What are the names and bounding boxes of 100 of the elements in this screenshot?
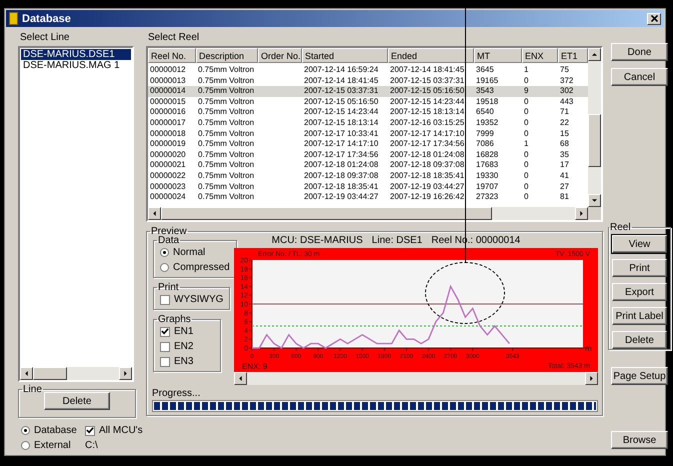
checkbox[interactable]	[160, 294, 170, 304]
radio-label: Normal	[173, 247, 206, 258]
close-button[interactable]	[647, 12, 661, 24]
scroll-right-button[interactable]	[575, 207, 588, 220]
table-row[interactable]: 00000015 0.75mm Voltron 2007-12-15 05:16:50 2007-12-15 14:23:44 19518 0 443	[148, 96, 588, 108]
scroll-left-button[interactable]	[20, 367, 33, 380]
table-cell-text: 0.75mm Voltron	[197, 128, 256, 140]
table-cell-text: 6540	[475, 107, 495, 118]
list-item[interactable]: DSE-MARIUS.MAG 1	[21, 60, 131, 71]
window-title: Database	[22, 12, 72, 24]
radio-button[interactable]	[21, 426, 30, 435]
table-row[interactable]: 00000013 0.75mm Voltron 2007-12-14 18:41:45 2007-12-15 03:37:31 19165 0 372	[148, 76, 588, 86]
column-header[interactable]: Order No.	[258, 48, 302, 63]
table-row[interactable]: 00000023 0.75mm Voltron 2007-12-18 18:35:41 2007-12-19 03:44:27 19707 0 27	[148, 182, 588, 192]
checkbox[interactable]	[160, 326, 170, 336]
path-label: C:\	[85, 440, 99, 451]
triangle-right-icon	[589, 376, 594, 381]
table-cell-text: 68	[559, 139, 570, 150]
table-row[interactable]: 00000014 0.75mm Voltron 2007-12-15 03:37:31 2007-12-15 05:16:50 3543 9 302	[148, 86, 588, 97]
scroll-up-button[interactable]	[588, 48, 601, 61]
scroll-left-button[interactable]	[148, 207, 161, 220]
table-row[interactable]: 00000018 0.75mm Voltron 2007-12-17 10:33:41 2007-12-17 14:17:10 7999 0 15	[148, 128, 588, 140]
button[interactable]: Print Label	[612, 307, 667, 325]
table-row[interactable]: 00000021 0.75mm Voltron 2007-12-18 01:24:08 2007-12-18 09:37:08 17683 0 17	[148, 160, 588, 171]
column-header[interactable]: Reel No.	[148, 48, 196, 63]
table-cell-text: 2007-12-19 03:44:27	[389, 182, 466, 192]
scrollbar-thumb[interactable]	[161, 207, 492, 220]
table-cell-text: 302	[559, 86, 574, 97]
scroll-left-button[interactable]	[234, 372, 247, 385]
table-row[interactable]: 00000012 0.75mm Voltron 2007-12-14 16:59:24 2007-12-14 18:41:45 3645 1 75	[148, 65, 588, 76]
table-cell-text: 2007-12-16 03:15:25	[389, 118, 466, 129]
table-cell-text: 81	[559, 192, 570, 203]
table-cell-text: 17	[559, 160, 570, 171]
table-cell-text: 41	[559, 170, 570, 182]
table-row[interactable]: 00000024 0.75mm Voltron 2007-12-19 03:44:27 2007-12-19 16:26:42 27323 0 81	[148, 192, 588, 203]
table-cell-text: 0.75mm Voltron	[197, 118, 256, 129]
table-cell-text: 0	[523, 76, 530, 86]
table-cell-text: 00000022	[149, 170, 187, 182]
checkbox[interactable]	[85, 426, 95, 436]
checkbox-label: EN2	[174, 341, 194, 352]
table-row[interactable]: 00000017 0.75mm Voltron 2007-12-15 18:13:14 2007-12-16 03:15:25 19352 0 22	[148, 118, 588, 129]
table-cell-text: 17683	[475, 160, 500, 171]
button[interactable]: Done	[611, 43, 668, 61]
table-row[interactable]: 00000016 0.75mm Voltron 2007-12-15 14:23:44 2007-12-15 18:13:14 6540 0 71	[148, 107, 588, 118]
table-cell-text: 27	[559, 182, 570, 192]
table-cell-text: 2007-12-15 05:16:50	[303, 96, 380, 108]
table-cell-text: 0.75mm Voltron	[197, 192, 256, 203]
button[interactable]: Print	[612, 259, 667, 277]
table-cell-text: 2007-12-18 09:37:08	[389, 160, 466, 171]
column-header[interactable]: ENX	[522, 48, 558, 63]
delete-button[interactable]: Delete	[44, 392, 110, 410]
scrollbar[interactable]	[20, 367, 132, 380]
table-row[interactable]: 00000020 0.75mm Voltron 2007-12-17 17:34:56 2007-12-18 01:24:08 16828 0 35	[148, 150, 588, 160]
column-header[interactable]: MT	[474, 48, 522, 63]
column-header[interactable]: Started	[302, 48, 388, 63]
scroll-down-button[interactable]	[588, 194, 601, 207]
scrollbar[interactable]	[234, 372, 598, 385]
scrollbar-thumb[interactable]	[588, 114, 601, 168]
radio-button[interactable]	[21, 441, 30, 450]
table-cell-text: 0.75mm Voltron	[197, 139, 256, 150]
scroll-right-button[interactable]	[119, 367, 132, 380]
table-cell-text: 0	[523, 182, 530, 192]
table-row[interactable]: 00000022 0.75mm Voltron 2007-12-18 09:37:08 2007-12-18 18:35:41 19330 0 41	[148, 170, 588, 182]
table-cell-text: 0.75mm Voltron	[197, 170, 256, 182]
checkbox[interactable]	[160, 356, 170, 366]
table-row[interactable]: 00000019 0.75mm Voltron 2007-12-17 14:17:10 2007-12-17 17:34:56 7086 1 68	[148, 139, 588, 150]
scrollbar[interactable]	[588, 48, 601, 207]
scrollbar[interactable]	[148, 207, 588, 220]
table-cell-text: 00000013	[149, 76, 187, 86]
triangle-left-icon	[152, 211, 157, 216]
table-cell-text: 0.75mm Voltron	[197, 182, 256, 192]
table-cell-text: 2007-12-14 18:41:45	[389, 65, 466, 76]
browse-button[interactable]: Browse	[611, 431, 668, 449]
radio-button[interactable]	[160, 248, 169, 257]
table-cell-text: 0	[523, 118, 530, 129]
checkbox[interactable]	[160, 342, 170, 352]
table-cell-text: 00000023	[149, 182, 187, 192]
button[interactable]: Cancel	[611, 68, 668, 86]
page-setup-button[interactable]: Page Setup	[611, 367, 668, 385]
button[interactable]: Delete	[612, 331, 667, 349]
column-header[interactable]: Description	[196, 48, 258, 63]
table-cell-text: 7086	[475, 139, 495, 150]
table-cell-text: 2007-12-15 18:13:14	[389, 107, 466, 118]
table-cell-text: 2007-12-18 09:37:08	[303, 170, 380, 182]
column-header[interactable]: Ended	[388, 48, 474, 63]
table-cell-text: 00000015	[149, 96, 187, 108]
button[interactable]: View	[612, 235, 667, 253]
table-cell-text: 2007-12-19 16:26:42	[389, 192, 466, 203]
button[interactable]: Export	[612, 283, 667, 301]
checkmark-icon	[161, 327, 169, 336]
info-label: Line: DSE1	[372, 235, 422, 248]
list-item[interactable]: DSE-MARIUS.DSE1	[21, 49, 131, 60]
scrollbar-thumb[interactable]	[33, 367, 68, 380]
radio-button[interactable]	[160, 263, 169, 272]
table-cell-text: 0.75mm Voltron	[197, 160, 256, 171]
scroll-right-button[interactable]	[585, 372, 598, 385]
column-header[interactable]: ET1	[558, 48, 588, 63]
table-cell-text: 75	[559, 65, 570, 76]
table-cell-text: 0	[523, 160, 530, 171]
table-cell-text: 1	[523, 139, 530, 150]
